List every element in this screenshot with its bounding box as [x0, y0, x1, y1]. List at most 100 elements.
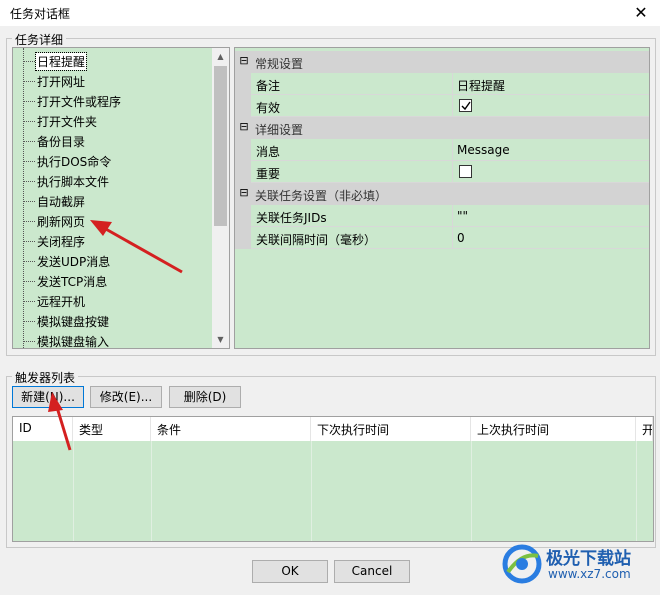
ok-button[interactable]: OK	[252, 560, 328, 583]
tree-item[interactable]: 打开文件夹	[13, 111, 213, 131]
column-gridline	[151, 441, 152, 541]
property-gutter	[235, 73, 251, 95]
tree-item[interactable]: 模拟键盘输入	[13, 331, 213, 348]
property-row[interactable]: 消息 Message	[235, 139, 649, 161]
watermark-logo-icon	[502, 544, 542, 584]
tree-item[interactable]: 日程提醒	[13, 51, 213, 71]
tree-connector	[23, 161, 35, 162]
tree-connector	[23, 141, 35, 142]
property-gutter	[235, 205, 251, 227]
cancel-button[interactable]: Cancel	[334, 560, 410, 583]
collapse-icon[interactable]: ⊟	[239, 186, 249, 200]
tree-connector	[23, 101, 35, 102]
trigger-list[interactable]: ID 类型 条件 下次执行时间 上次执行时间开	[12, 416, 654, 542]
column-gridline	[636, 441, 637, 541]
tree-connector	[23, 321, 35, 322]
title-bar: 任务对话框 ✕	[0, 0, 660, 26]
property-row[interactable]: 关联任务JIDs ""	[235, 205, 649, 227]
column-gridline	[73, 441, 74, 541]
tree-item[interactable]: 打开网址	[13, 71, 213, 91]
trigger-list-body[interactable]	[13, 441, 653, 541]
property-name: 消息	[251, 139, 453, 161]
tree-item-label: 打开网址	[37, 75, 86, 89]
tree-item-label: 备份目录	[37, 135, 86, 149]
property-value[interactable]: 0	[453, 227, 649, 249]
scroll-down-icon[interactable]: ▼	[212, 331, 229, 348]
watermark-name: 极光下载站	[546, 549, 631, 569]
tree-item-label: 模拟键盘输入	[37, 335, 110, 348]
edit-trigger-button[interactable]: 修改(E)...	[90, 386, 162, 408]
tree-item-label: 打开文件或程序	[37, 95, 122, 109]
window-title: 任务对话框	[10, 7, 71, 21]
property-value[interactable]	[453, 161, 649, 183]
delete-trigger-button[interactable]: 删除(D)	[169, 386, 241, 408]
property-gutter	[235, 227, 251, 249]
property-value[interactable]: ""	[453, 205, 649, 227]
property-category[interactable]: ⊟ 常规设置	[235, 51, 649, 73]
new-trigger-button[interactable]: 新建(N)...	[12, 386, 84, 408]
tree-connector	[23, 121, 35, 122]
tree-item-label: 打开文件夹	[37, 115, 98, 129]
column-header[interactable]: 开	[636, 417, 653, 441]
property-value[interactable]: 日程提醒	[453, 73, 649, 95]
column-header[interactable]: 下次执行时间	[311, 417, 471, 441]
column-gridline	[311, 441, 312, 541]
property-grid: ⊟ 常规设置 备注 日程提醒 有效 ⊟ 详细设置 消息 Message 重要 ⊟ 关联任务设置（非必填…	[234, 47, 650, 349]
property-category[interactable]: ⊟ 详细设置	[235, 117, 649, 139]
tree-item[interactable]: 刷新网页	[13, 211, 213, 231]
property-gutter	[235, 161, 251, 183]
tree-item[interactable]: 远程开机	[13, 291, 213, 311]
tree-connector	[23, 241, 35, 242]
tree-item-label: 刷新网页	[37, 215, 86, 229]
scroll-up-icon[interactable]: ▲	[212, 48, 229, 65]
trigger-list-header: ID 类型 条件 下次执行时间 上次执行时间开	[13, 417, 653, 441]
tree-item-label: 执行DOS命令	[37, 155, 112, 169]
property-name: 备注	[251, 73, 453, 95]
tree-connector	[23, 61, 35, 62]
tree-item[interactable]: 执行脚本文件	[13, 171, 213, 191]
property-row[interactable]: 备注 日程提醒	[235, 73, 649, 95]
tree-item[interactable]: 执行DOS命令	[13, 151, 213, 171]
tree-connector	[23, 301, 35, 302]
tree-item-label: 日程提醒	[34, 52, 88, 71]
tree-item[interactable]: 备份目录	[13, 131, 213, 151]
property-row[interactable]: 重要	[235, 161, 649, 183]
tree-connector	[23, 341, 35, 342]
tree-item-label: 自动截屏	[37, 195, 86, 209]
property-gutter	[235, 139, 251, 161]
tree-item[interactable]: 打开文件或程序	[13, 91, 213, 111]
property-value[interactable]: Message	[453, 139, 649, 161]
property-category-name: 关联任务设置（非必填）	[255, 189, 388, 203]
watermark: 极光下载站 www.xz7.com	[500, 540, 650, 590]
property-name: 关联间隔时间（毫秒）	[251, 227, 453, 249]
column-gridline	[471, 441, 472, 541]
tree-scrollbar[interactable]: ▲ ▼	[212, 48, 229, 348]
task-details-label: 任务详细	[12, 31, 67, 48]
close-icon[interactable]: ✕	[630, 2, 652, 24]
property-checkbox[interactable]	[459, 99, 472, 112]
property-row[interactable]: 有效	[235, 95, 649, 117]
collapse-icon[interactable]: ⊟	[239, 54, 249, 68]
column-header[interactable]: 类型	[73, 417, 151, 441]
collapse-icon[interactable]: ⊟	[239, 120, 249, 134]
column-header[interactable]: ID	[13, 417, 73, 441]
tree-item[interactable]: 关闭程序	[13, 231, 213, 251]
property-checkbox[interactable]	[459, 165, 472, 178]
property-name: 关联任务JIDs	[251, 205, 453, 227]
column-header[interactable]: 条件	[151, 417, 311, 441]
tree-item[interactable]: 发送TCP消息	[13, 271, 213, 291]
tree-item[interactable]: 模拟键盘按键	[13, 311, 213, 331]
tree-item[interactable]: 发送UDP消息	[13, 251, 213, 271]
column-header[interactable]: 上次执行时间	[471, 417, 636, 441]
checkmark-icon	[461, 101, 471, 111]
tree-connector	[23, 221, 35, 222]
tree-item[interactable]: 自动截屏	[13, 191, 213, 211]
property-name: 重要	[251, 161, 453, 183]
scroll-thumb[interactable]	[214, 66, 227, 226]
task-type-tree[interactable]: 日程提醒打开网址打开文件或程序 打开文件夹备份目录执行DOS命令执行脚本文件自动截…	[12, 47, 230, 349]
property-value[interactable]	[453, 95, 649, 117]
tree-connector	[23, 261, 35, 262]
property-row[interactable]: 关联间隔时间（毫秒） 0	[235, 227, 649, 249]
tree-item-label: 发送UDP消息	[37, 255, 111, 269]
property-category[interactable]: ⊟ 关联任务设置（非必填）	[235, 183, 649, 205]
